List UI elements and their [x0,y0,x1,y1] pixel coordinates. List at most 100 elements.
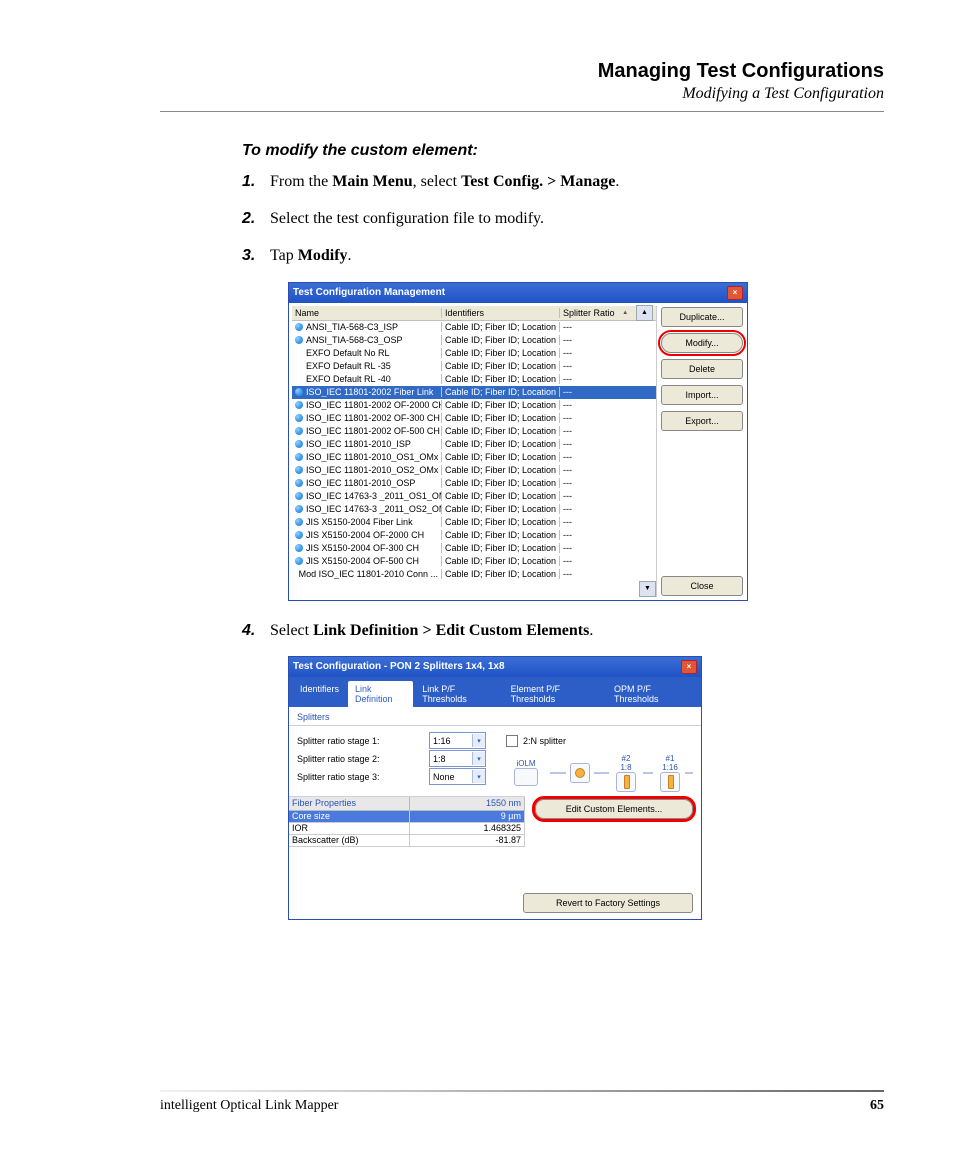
test-config-management-window: Test Configuration Management × Name Ide… [288,282,748,601]
splitter-ratio-select[interactable]: None▾ [429,768,486,785]
export-button[interactable]: Export... [661,411,743,431]
steps-list-b: 4.Select Link Definition > Edit Custom E… [242,619,884,642]
modify-button[interactable]: Modify... [661,333,743,353]
tab-link-definition[interactable]: Link Definition [348,681,413,707]
table-row[interactable]: EXFO Default No RLCable ID; Fiber ID; Lo… [292,347,656,360]
table-row[interactable]: JIS X5150-2004 OF-300 CHCable ID; Fiber … [292,542,656,555]
globe-icon [295,427,303,435]
wavelength-header: 1550 nm [410,797,525,811]
table-row[interactable]: IOR1.468325 [289,823,525,835]
window-title: Test Configuration Management [293,287,445,298]
table-row[interactable]: JIS X5150-2004 Fiber LinkCable ID; Fiber… [292,516,656,529]
close-icon[interactable]: × [727,286,743,300]
step-item: 1.From the Main Menu, select Test Config… [242,170,884,193]
splitter-ratio-row: Splitter ratio stage 3:None▾ [297,768,486,786]
step-item: 4.Select Link Definition > Edit Custom E… [242,619,884,642]
tab-element-p-f-thresholds[interactable]: Element P/F Thresholds [504,681,605,707]
table-row[interactable]: ISO_IEC 11801-2010_OS1_OMxCable ID; Fibe… [292,451,656,464]
col-splitter-ratio[interactable]: Splitter Ratio ▲ ▲ [560,305,656,321]
fiber-properties-table[interactable]: Fiber Properties 1550 nm Core size9 µmIO… [289,796,525,847]
globe-icon [295,531,303,539]
col-name[interactable]: Name [292,308,442,318]
globe-icon [295,544,303,552]
chevron-down-icon: ▾ [472,770,485,783]
step-number: 3. [242,244,270,267]
table-row[interactable]: Core size9 µm [289,811,525,823]
sort-indicator-icon: ▲ [622,310,628,316]
table-row[interactable]: ISO_IEC 11801-2002 OF-2000 CHCable ID; F… [292,399,656,412]
import-button[interactable]: Import... [661,385,743,405]
step-number: 4. [242,619,270,642]
table-row[interactable]: ANSI_TIA-568-C3_ISPCable ID; Fiber ID; L… [292,321,656,334]
tab-opm-p-f-thresholds[interactable]: OPM P/F Thresholds [607,681,697,707]
tab-identifiers[interactable]: Identifiers [293,681,346,707]
page-header: Managing Test Configurations Modifying a… [160,60,884,103]
globe-icon [295,479,303,487]
step-number: 2. [242,207,270,230]
tab-link-p-f-thresholds[interactable]: Link P/F Thresholds [415,681,501,707]
procedure-heading: To modify the custom element: [242,142,884,160]
table-row[interactable]: EXFO Default RL -35Cable ID; Fiber ID; L… [292,360,656,373]
globe-icon [295,323,303,331]
splitter-ratio-select[interactable]: 1:8▾ [429,750,486,767]
checkbox-icon[interactable] [506,735,518,747]
table-row[interactable]: ISO_IEC 11801-2002 OF-300 CHCable ID; Fi… [292,412,656,425]
steps-list-a: 1.From the Main Menu, select Test Config… [242,170,884,268]
splitter-icon [660,772,680,792]
duplicate-button[interactable]: Duplicate... [661,307,743,327]
globe-icon [295,453,303,461]
globe-icon [295,557,303,565]
grid-header-row: Name Identifiers Splitter Ratio ▲ ▲ [292,306,656,321]
chevron-down-icon: ▾ [472,752,485,765]
globe-icon [295,492,303,500]
config-grid[interactable]: Name Identifiers Splitter Ratio ▲ ▲ ANSI… [292,306,657,597]
page-footer: intelligent Optical Link Mapper 65 [160,1098,884,1114]
table-row[interactable]: ISO_IEC 11801-2010_OS2_OMxCable ID; Fibe… [292,464,656,477]
table-row[interactable]: ISO_IEC 14763-3 _2011_OS1_OMxCable ID; F… [292,490,656,503]
close-icon[interactable]: × [681,660,697,674]
close-button[interactable]: Close [661,576,743,596]
topology-diagram: iOLM #2 1:8 [506,754,693,792]
step-number: 1. [242,170,270,193]
table-row[interactable]: JIS X5150-2004 OF-500 CHCable ID; Fiber … [292,555,656,568]
globe-icon [295,440,303,448]
table-row[interactable]: ISO_IEC 11801-2010_OSPCable ID; Fiber ID… [292,477,656,490]
splitter-settings: Splitter ratio stage 1:1:16▾Splitter rat… [289,732,486,796]
table-row[interactable]: JIS X5150-2004 OF-2000 CHCable ID; Fiber… [292,529,656,542]
globe-icon [295,336,303,344]
step-text: Select Link Definition > Edit Custom Ele… [270,619,884,642]
test-config-editor-window: Test Configuration - PON 2 Splitters 1x4… [288,656,702,920]
page-number: 65 [870,1098,884,1114]
edit-custom-elements-button[interactable]: Edit Custom Elements... [535,799,693,819]
table-row[interactable]: ANSI_TIA-568-C3_OSPCable ID; Fiber ID; L… [292,334,656,347]
connector-icon [570,763,590,783]
scroll-up-icon[interactable]: ▲ [636,305,653,321]
splitter-ratio-select[interactable]: 1:16▾ [429,732,486,749]
step-text: Select the test configuration file to mo… [270,207,884,230]
table-row[interactable]: Mod ISO_IEC 11801-2010 Conn ...Cable ID;… [292,568,656,581]
globe-icon [295,466,303,474]
step-item: 2.Select the test configuration file to … [242,207,884,230]
table-row[interactable]: EXFO Default RL -40Cable ID; Fiber ID; L… [292,373,656,386]
product-name: intelligent Optical Link Mapper [160,1098,338,1114]
revert-to-factory-button[interactable]: Revert to Factory Settings [523,893,693,913]
fiber-prop-header: Fiber Properties [289,797,410,811]
chapter-title: Managing Test Configurations [160,60,884,83]
delete-button[interactable]: Delete [661,359,743,379]
table-row[interactable]: Backscatter (dB)-81.87 [289,835,525,847]
two-n-splitter-checkbox[interactable]: 2:N splitter [506,732,693,750]
scroll-down-icon[interactable]: ▼ [639,581,656,597]
titlebar[interactable]: Test Configuration Management × [289,283,747,303]
header-rule [160,111,884,112]
col-identifiers[interactable]: Identifiers [442,308,560,318]
iolm-icon [514,768,538,786]
table-row[interactable]: ISO_IEC 11801-2010_ISPCable ID; Fiber ID… [292,438,656,451]
titlebar[interactable]: Test Configuration - PON 2 Splitters 1x4… [289,657,701,677]
table-row[interactable]: ISO_IEC 11801-2002 Fiber LinkCable ID; F… [292,386,656,399]
globe-icon [295,388,303,396]
tab-bar: IdentifiersLink DefinitionLink P/F Thres… [289,677,701,707]
field-label: Splitter ratio stage 2: [297,754,429,764]
splitter-ratio-row: Splitter ratio stage 2:1:8▾ [297,750,486,768]
table-row[interactable]: ISO_IEC 14763-3 _2011_OS2_OMxCable ID; F… [292,503,656,516]
table-row[interactable]: ISO_IEC 11801-2002 OF-500 CHCable ID; Fi… [292,425,656,438]
